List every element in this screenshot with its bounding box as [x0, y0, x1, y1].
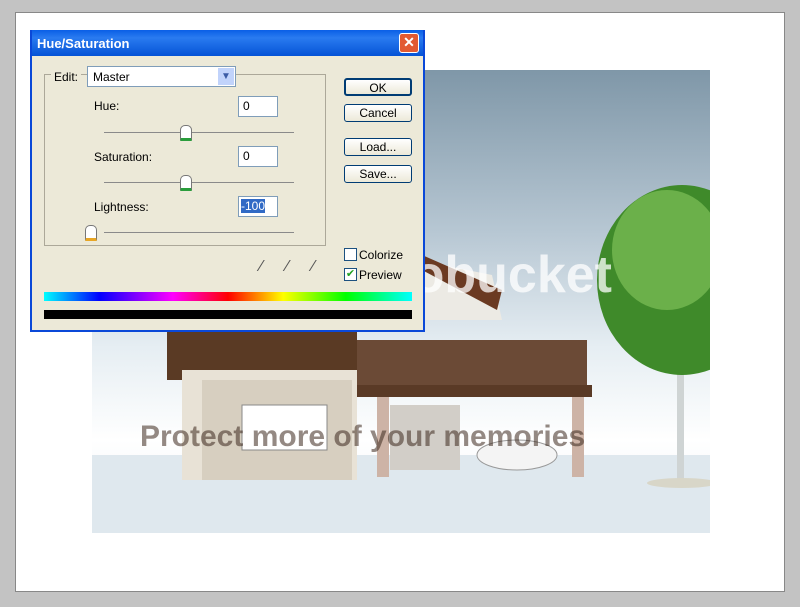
colorize-checkbox[interactable]	[344, 248, 357, 261]
hue-saturation-dialog: Hue/Saturation ✕ Edit: Master ▼ Hue: 0 S…	[30, 30, 425, 332]
edit-select[interactable]: Master ▼	[87, 66, 236, 87]
close-button[interactable]: ✕	[399, 33, 419, 53]
ok-button[interactable]: OK	[344, 78, 412, 96]
saturation-label: Saturation:	[94, 150, 153, 164]
title-bar[interactable]: Hue/Saturation ✕	[32, 30, 423, 56]
preview-label: Preview	[359, 268, 402, 282]
chevron-down-icon[interactable]: ▼	[218, 68, 234, 85]
adjustment-group: Edit: Master ▼ Hue: 0 Saturation: 0 Ligh…	[44, 66, 326, 246]
saturation-input[interactable]: 0	[238, 146, 278, 167]
preview-checkbox[interactable]: ✔	[344, 268, 357, 281]
lightness-label: Lightness:	[94, 200, 149, 214]
close-icon: ✕	[403, 34, 415, 50]
output-color-bar	[44, 310, 412, 319]
cancel-button[interactable]: Cancel	[344, 104, 412, 122]
lightness-slider-track[interactable]	[104, 232, 294, 233]
lightness-slider-thumb[interactable]	[85, 225, 97, 241]
checkmark-icon: ✔	[345, 268, 356, 280]
edit-select-value: Master	[93, 70, 130, 84]
colorize-label: Colorize	[359, 248, 404, 262]
lightness-input[interactable]: -100	[238, 196, 278, 217]
load-button[interactable]: Load...	[344, 138, 412, 156]
dialog-title: Hue/Saturation	[37, 36, 130, 51]
saturation-slider-track[interactable]	[104, 182, 294, 183]
eyedropper-icon[interactable]: ⁄	[260, 258, 263, 276]
hue-slider-thumb[interactable]	[180, 125, 192, 141]
eyedropper-plus-icon[interactable]: ⁄	[286, 258, 289, 276]
lightness-value: -100	[241, 199, 266, 213]
save-button[interactable]: Save...	[344, 165, 412, 183]
hue-input[interactable]: 0	[238, 96, 278, 117]
eyedropper-minus-icon[interactable]: ⁄	[312, 258, 315, 276]
hue-slider-track[interactable]	[104, 132, 294, 133]
saturation-slider-thumb[interactable]	[180, 175, 192, 191]
hue-label: Hue:	[94, 99, 120, 113]
input-color-bar	[44, 292, 412, 301]
edit-label: Edit:	[51, 70, 82, 84]
